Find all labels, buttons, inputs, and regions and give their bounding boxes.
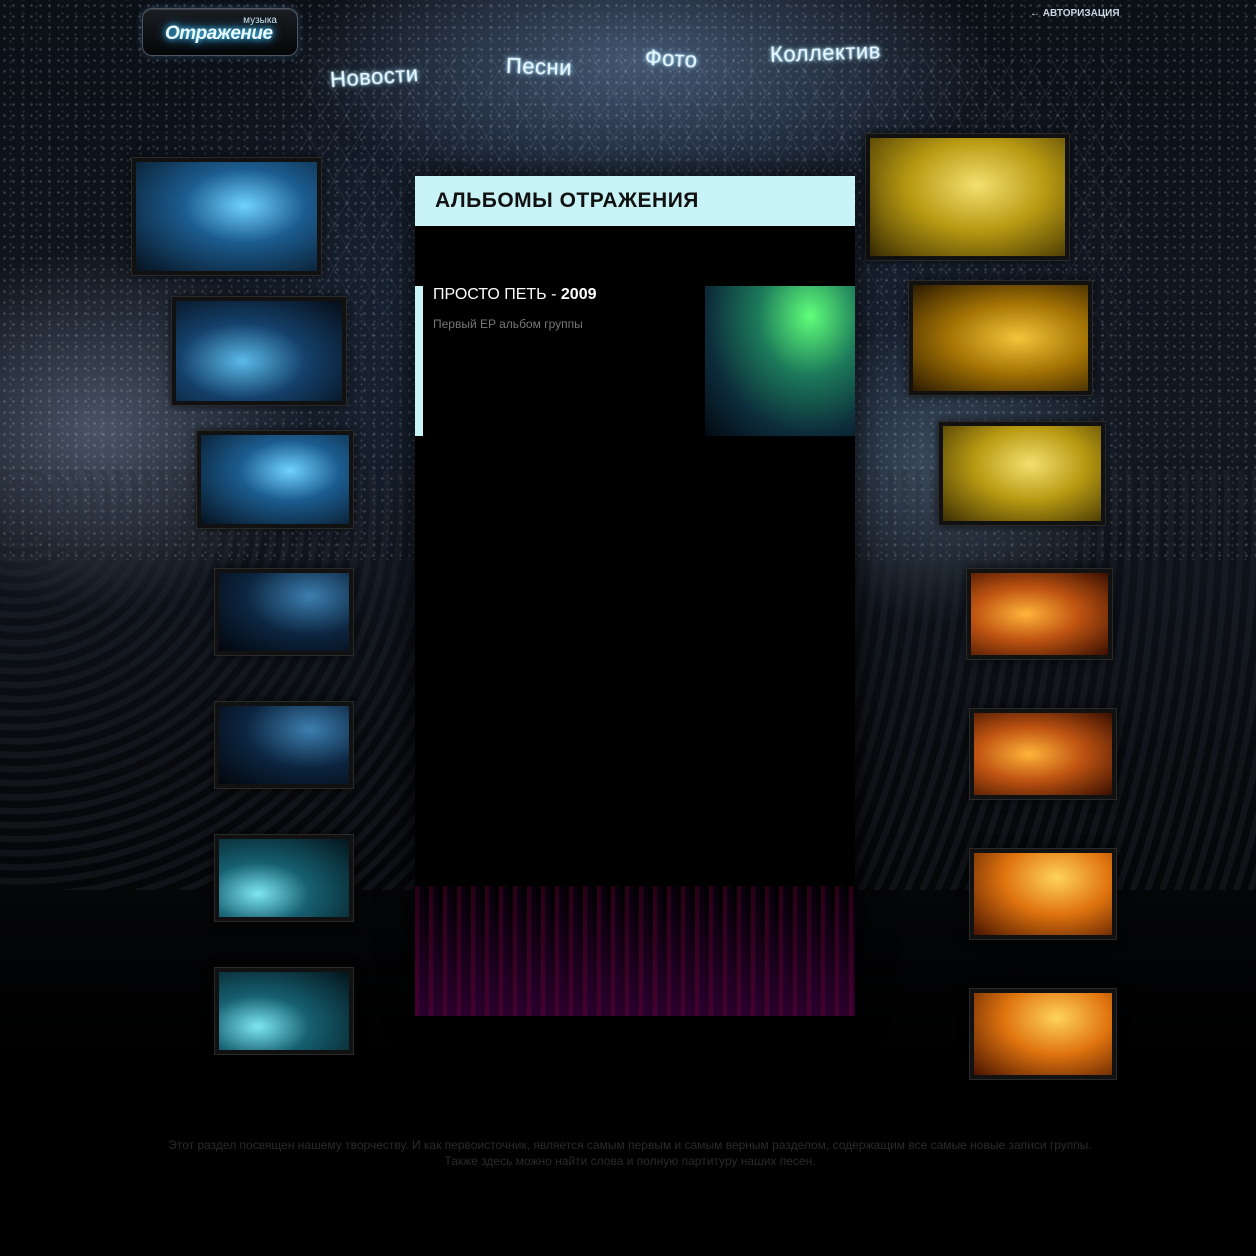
logo-title: Отражение: [165, 23, 273, 44]
album-separator: -: [546, 286, 561, 303]
album-description: Первый EP альбом группы: [433, 317, 583, 331]
nav-photos[interactable]: Фото: [644, 45, 698, 74]
footer-line-1: Этот раздел посвящен нашему творчеству. …: [168, 1138, 1092, 1152]
photo-thumbnail[interactable]: [939, 422, 1105, 525]
album-year: 2009: [560, 286, 597, 303]
photo-thumbnail[interactable]: [967, 569, 1112, 659]
album-cover-image[interactable]: [705, 286, 855, 436]
photo-thumbnail[interactable]: [215, 569, 353, 655]
photo-thumbnail[interactable]: [970, 989, 1116, 1079]
album-item[interactable]: ПРОСТО ПЕТЬ - 2009 Первый EP альбом груп…: [415, 286, 855, 436]
footer-description: Этот раздел посвящен нашему творчеству. …: [130, 1137, 1130, 1169]
album-title-link[interactable]: ПРОСТО ПЕТЬ - 2009: [433, 286, 597, 304]
nav-songs[interactable]: Песни: [506, 53, 573, 81]
page-title: АЛЬБОМЫ ОТРАЖЕНИЯ: [435, 189, 699, 212]
page-header-bar: АЛЬБОМЫ ОТРАЖЕНИЯ: [415, 176, 855, 226]
login-link[interactable]: ← АВТОРИЗАЦИЯ: [1030, 8, 1120, 19]
photo-thumbnail[interactable]: [970, 849, 1116, 939]
nav-band[interactable]: Коллектив: [770, 38, 882, 68]
photo-thumbnail[interactable]: [172, 297, 346, 405]
site-logo[interactable]: музыка Отражение: [142, 8, 298, 56]
photo-thumbnail[interactable]: [970, 709, 1116, 799]
photo-thumbnail[interactable]: [215, 835, 353, 921]
footer-line-2: Также здесь можно найти слова и полную п…: [444, 1154, 816, 1168]
photo-thumbnail[interactable]: [215, 968, 353, 1054]
album-name: ПРОСТО ПЕТЬ: [433, 286, 547, 303]
photo-thumbnail[interactable]: [197, 431, 353, 528]
photo-thumbnail[interactable]: [909, 281, 1092, 395]
content-panel: АЛЬБОМЫ ОТРАЖЕНИЯ ПРОСТО ПЕТЬ - 2009 Пер…: [415, 176, 855, 1016]
photo-thumbnail[interactable]: [866, 134, 1069, 260]
curtain-decoration: [415, 886, 855, 1016]
album-accent-bar: [415, 286, 423, 436]
photo-thumbnail[interactable]: [132, 158, 321, 275]
photo-thumbnail[interactable]: [215, 702, 353, 788]
